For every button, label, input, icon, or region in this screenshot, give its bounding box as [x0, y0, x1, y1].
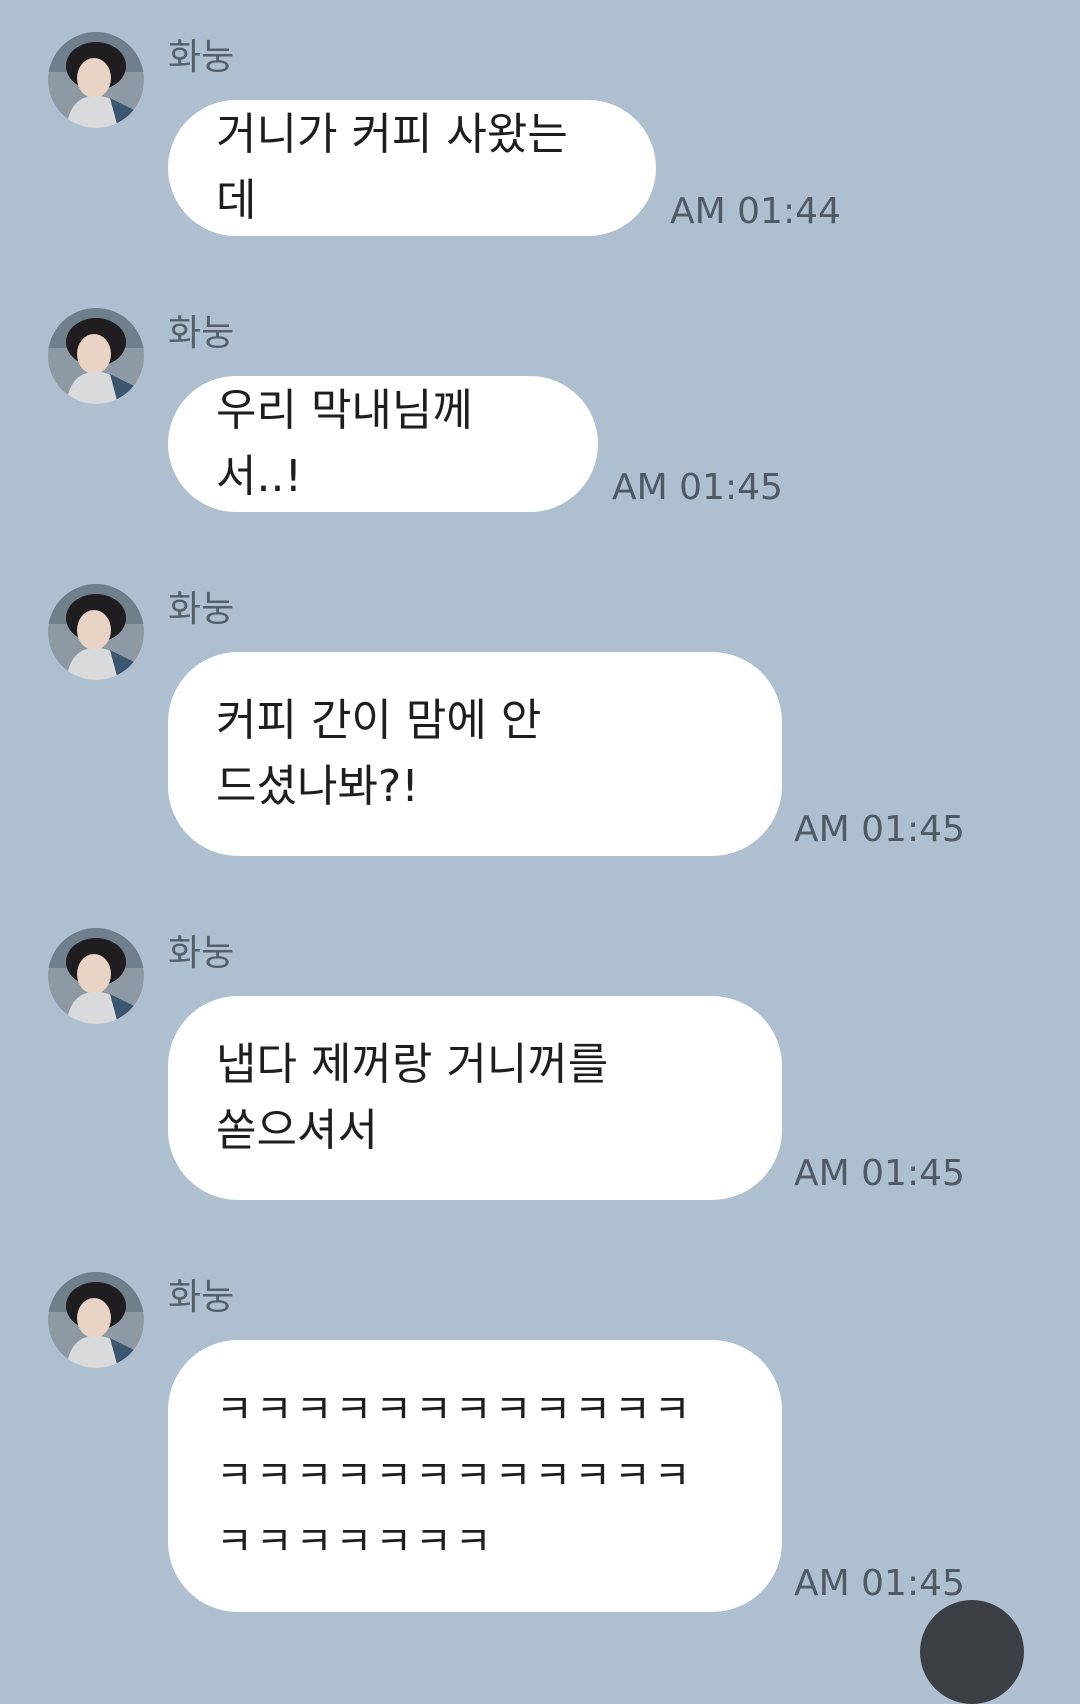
list-item: 화눙 냅다 제꺼랑 거니꺼를 쏟으셔서 AM 01:45 [0, 928, 1080, 1200]
list-item: 화눙 우리 막내님께서..! AM 01:45 [0, 308, 1080, 512]
message-time: AM 01:45 [794, 1563, 965, 1604]
message-time: AM 01:45 [794, 809, 965, 850]
message-bubble[interactable]: ㅋㅋㅋㅋㅋㅋㅋㅋㅋㅋㅋㅋ ㅋㅋㅋㅋㅋㅋㅋㅋㅋㅋㅋㅋ ㅋㅋㅋㅋㅋㅋㅋ [168, 1340, 782, 1612]
message-time: AM 01:44 [670, 191, 841, 232]
avatar[interactable] [48, 308, 144, 404]
sender-name: 화눙 [168, 37, 235, 78]
list-item: 화눙 ㅋㅋㅋㅋㅋㅋㅋㅋㅋㅋㅋㅋ ㅋㅋㅋㅋㅋㅋㅋㅋㅋㅋㅋㅋ ㅋㅋㅋㅋㅋㅋㅋ AM … [0, 1272, 1080, 1612]
avatar[interactable] [48, 32, 144, 128]
avatar[interactable] [48, 1272, 144, 1368]
message-bubble[interactable]: 우리 막내님께서..! [168, 376, 598, 512]
message-bubble[interactable]: 냅다 제꺼랑 거니꺼를 쏟으셔서 [168, 996, 782, 1200]
list-item: 화눙 커피 간이 맘에 안 드셨나봐?! AM 01:45 [0, 584, 1080, 856]
sender-name: 화눙 [168, 933, 235, 974]
message-bubble[interactable]: 거니가 커피 사왔는데 [168, 100, 656, 236]
sender-name: 화눙 [168, 313, 235, 354]
chat-message-list[interactable]: 화눙 거니가 커피 사왔는데 AM 01:44 화눙 우리 막내님께서..! A… [0, 0, 1080, 1704]
scroll-to-bottom-button[interactable] [920, 1600, 1024, 1704]
list-item: 화눙 거니가 커피 사왔는데 AM 01:44 [0, 32, 1080, 236]
message-time: AM 01:45 [794, 1153, 965, 1194]
message-bubble[interactable]: 커피 간이 맘에 안 드셨나봐?! [168, 652, 782, 856]
sender-name: 화눙 [168, 589, 235, 630]
avatar[interactable] [48, 584, 144, 680]
message-time: AM 01:45 [612, 467, 783, 508]
avatar[interactable] [48, 928, 144, 1024]
sender-name: 화눙 [168, 1277, 235, 1318]
